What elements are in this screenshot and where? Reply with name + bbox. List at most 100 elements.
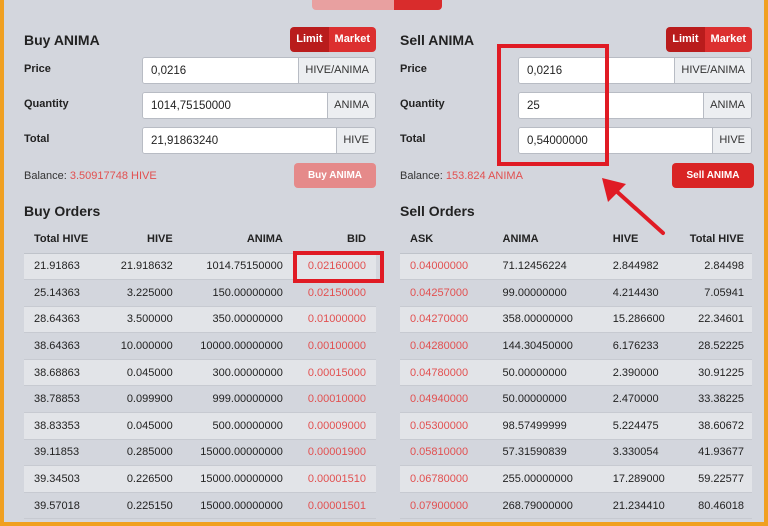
sell-order-cell: 2.844982 — [586, 253, 678, 281]
buy-order-row[interactable]: 28.64363 3.500000 350.00000000 0.01000000 — [24, 306, 376, 334]
buy-order-cell: 500.00000000 — [180, 412, 291, 440]
buy-order-cell: 3.225000 — [104, 279, 181, 307]
buy-balance-value[interactable]: 3.50917748 HIVE — [70, 170, 157, 182]
buy-order-cell: 0.225150 — [104, 492, 181, 520]
buy-col-hive: HIVE — [104, 226, 181, 254]
sell-order-cell: 22.34601 — [677, 306, 752, 334]
buy-order-row[interactable]: 39.11853 0.285000 15000.00000000 0.00001900 — [24, 439, 376, 467]
buy-total-row: Total HIVE — [24, 127, 376, 154]
buy-order-row[interactable]: 38.78853 0.099900 999.00000000 0.00010000 — [24, 385, 376, 414]
sell-total-input[interactable] — [519, 128, 713, 153]
sell-total-field: HIVE — [518, 127, 752, 154]
buy-order-cell: 1014.75150000 — [180, 253, 291, 281]
buy-order-row[interactable]: 39.57018 0.225150 15000.00000000 0.00001501 — [24, 492, 376, 520]
buy-order-cell: 0.00009000 — [290, 412, 376, 440]
sell-anima-button[interactable]: Sell ANIMA — [672, 163, 754, 188]
buy-orders-table: Total HIVE HIVE ANIMA BID 21.91863 21.918… — [24, 226, 376, 520]
buy-total-input[interactable] — [143, 128, 337, 153]
buy-order-row[interactable]: 38.64363 10.000000 10000.00000000 0.0010000… — [24, 332, 376, 360]
buy-order-cell: 0.099900 — [104, 385, 181, 414]
buy-quantity-input[interactable] — [143, 93, 328, 118]
exchange-frame: Buy ANIMA Limit Market Price HIVE/ANIMA … — [4, 0, 764, 522]
sell-col-ask: ASK — [400, 226, 481, 254]
sell-order-row[interactable]: 0.06780000 255.00000000 17.289000 59.22577 — [400, 465, 752, 493]
sell-quantity-input[interactable] — [519, 93, 704, 118]
buy-order-row[interactable]: 38.83353 0.045000 500.00000000 0.00009000 — [24, 412, 376, 440]
sell-price-unit: HIVE/ANIMA — [674, 58, 751, 83]
sell-panel-title: Sell ANIMA — [400, 32, 475, 48]
sell-order-row[interactable]: 0.05810000 57.31590839 3.330054 41.93677 — [400, 439, 752, 467]
buy-order-cell: 38.68863 — [24, 359, 105, 387]
buy-col-bid: BID — [290, 226, 376, 254]
sell-limit-button[interactable]: Limit — [666, 27, 705, 52]
sell-market-button[interactable]: Market — [704, 27, 752, 52]
sell-order-cell: 50.00000000 — [480, 385, 587, 414]
sell-order-row[interactable]: 0.04257000 99.00000000 4.214430 7.05941 — [400, 279, 752, 307]
buy-col-total-hive: Total HIVE — [24, 226, 105, 254]
buy-order-cell: 999.00000000 — [180, 385, 291, 414]
buy-anima-button[interactable]: Buy ANIMA — [294, 163, 376, 188]
buy-panel-title: Buy ANIMA — [24, 32, 100, 48]
buy-total-field: HIVE — [142, 127, 376, 154]
sell-order-cell: 2.470000 — [586, 385, 678, 414]
buy-order-cell: 21.91863 — [24, 253, 105, 281]
sell-col-hive: HIVE — [586, 226, 678, 254]
sell-col-anima: ANIMA — [480, 226, 587, 254]
sell-order-cell: 57.31590839 — [480, 439, 587, 467]
sell-order-cell: 80.46018 — [677, 492, 752, 520]
sell-order-cell: 2.84498 — [677, 253, 752, 281]
sell-order-cell: 255.00000000 — [480, 465, 587, 493]
sell-quantity-row: Quantity ANIMA — [400, 92, 752, 119]
sell-order-cell: 28.52225 — [677, 332, 752, 360]
sell-order-cell: 0.05300000 — [400, 412, 481, 440]
buy-order-cell: 39.57018 — [24, 492, 105, 520]
sell-price-row: Price HIVE/ANIMA — [400, 57, 752, 84]
sell-order-cell: 15.286600 — [586, 306, 678, 334]
buy-order-cell: 15000.00000000 — [180, 465, 291, 493]
buy-total-label: Total — [24, 133, 50, 145]
sell-price-field: HIVE/ANIMA — [518, 57, 752, 84]
buy-order-cell: 0.01000000 — [290, 306, 376, 334]
sell-quantity-field: ANIMA — [518, 92, 752, 119]
sell-total-label: Total — [400, 133, 426, 145]
buy-order-row[interactable]: 38.68863 0.045000 300.00000000 0.00015000 — [24, 359, 376, 387]
sell-order-cell: 0.04940000 — [400, 385, 481, 414]
sell-order-cell: 268.79000000 — [480, 492, 587, 520]
sell-order-row[interactable]: 0.04780000 50.00000000 2.390000 30.91225 — [400, 359, 752, 387]
buy-limit-button[interactable]: Limit — [290, 27, 329, 52]
sell-total-row: Total HIVE — [400, 127, 752, 154]
sell-order-cell: 0.04270000 — [400, 306, 481, 334]
sell-order-cell: 0.04000000 — [400, 253, 481, 281]
buy-orders-title: Buy Orders — [24, 203, 101, 219]
sell-order-cell: 71.12456224 — [480, 253, 587, 281]
sell-order-cell: 0.05810000 — [400, 439, 481, 467]
buy-price-row: Price HIVE/ANIMA — [24, 57, 376, 84]
buy-order-cell: 38.83353 — [24, 412, 105, 440]
buy-price-input[interactable] — [143, 58, 299, 83]
sell-order-row[interactable]: 0.04000000 71.12456224 2.844982 2.84498 — [400, 253, 752, 281]
buy-order-cell: 0.00010000 — [290, 385, 376, 414]
sell-order-row[interactable]: 0.07900000 268.79000000 21.234410 80.46018 — [400, 492, 752, 520]
buy-order-cell: 15000.00000000 — [180, 492, 291, 520]
sell-order-row[interactable]: 0.04270000 358.00000000 15.286600 22.34601 — [400, 306, 752, 334]
sell-order-type-toggle: Limit Market — [666, 27, 752, 52]
sell-price-label: Price — [400, 63, 427, 75]
sell-balance-value[interactable]: 153.824 ANIMA — [446, 170, 523, 182]
sell-balance-label: Balance: — [400, 170, 443, 182]
buy-order-row[interactable]: 21.91863 21.918632 1014.75150000 0.02160000 — [24, 253, 376, 281]
sell-balance: Balance: 153.824 ANIMA — [400, 170, 523, 182]
sell-order-row[interactable]: 0.05300000 98.57499999 5.224475 38.60672 — [400, 412, 752, 440]
sell-price-input[interactable] — [519, 58, 675, 83]
sell-order-row[interactable]: 0.04280000 144.30450000 6.176233 28.52225 — [400, 332, 752, 360]
buy-market-button[interactable]: Market — [328, 27, 376, 52]
buy-order-cell: 28.64363 — [24, 306, 105, 334]
buy-order-cell: 15000.00000000 — [180, 439, 291, 467]
buy-order-cell: 300.00000000 — [180, 359, 291, 387]
sell-order-cell: 2.390000 — [586, 359, 678, 387]
buy-order-cell: 3.500000 — [104, 306, 181, 334]
buy-order-row[interactable]: 39.34503 0.226500 15000.00000000 0.00001510 — [24, 465, 376, 493]
buy-quantity-label: Quantity — [24, 98, 69, 110]
buy-total-unit: HIVE — [336, 128, 375, 153]
buy-order-row[interactable]: 25.14363 3.225000 150.00000000 0.02150000 — [24, 279, 376, 307]
sell-order-row[interactable]: 0.04940000 50.00000000 2.470000 33.38225 — [400, 385, 752, 414]
